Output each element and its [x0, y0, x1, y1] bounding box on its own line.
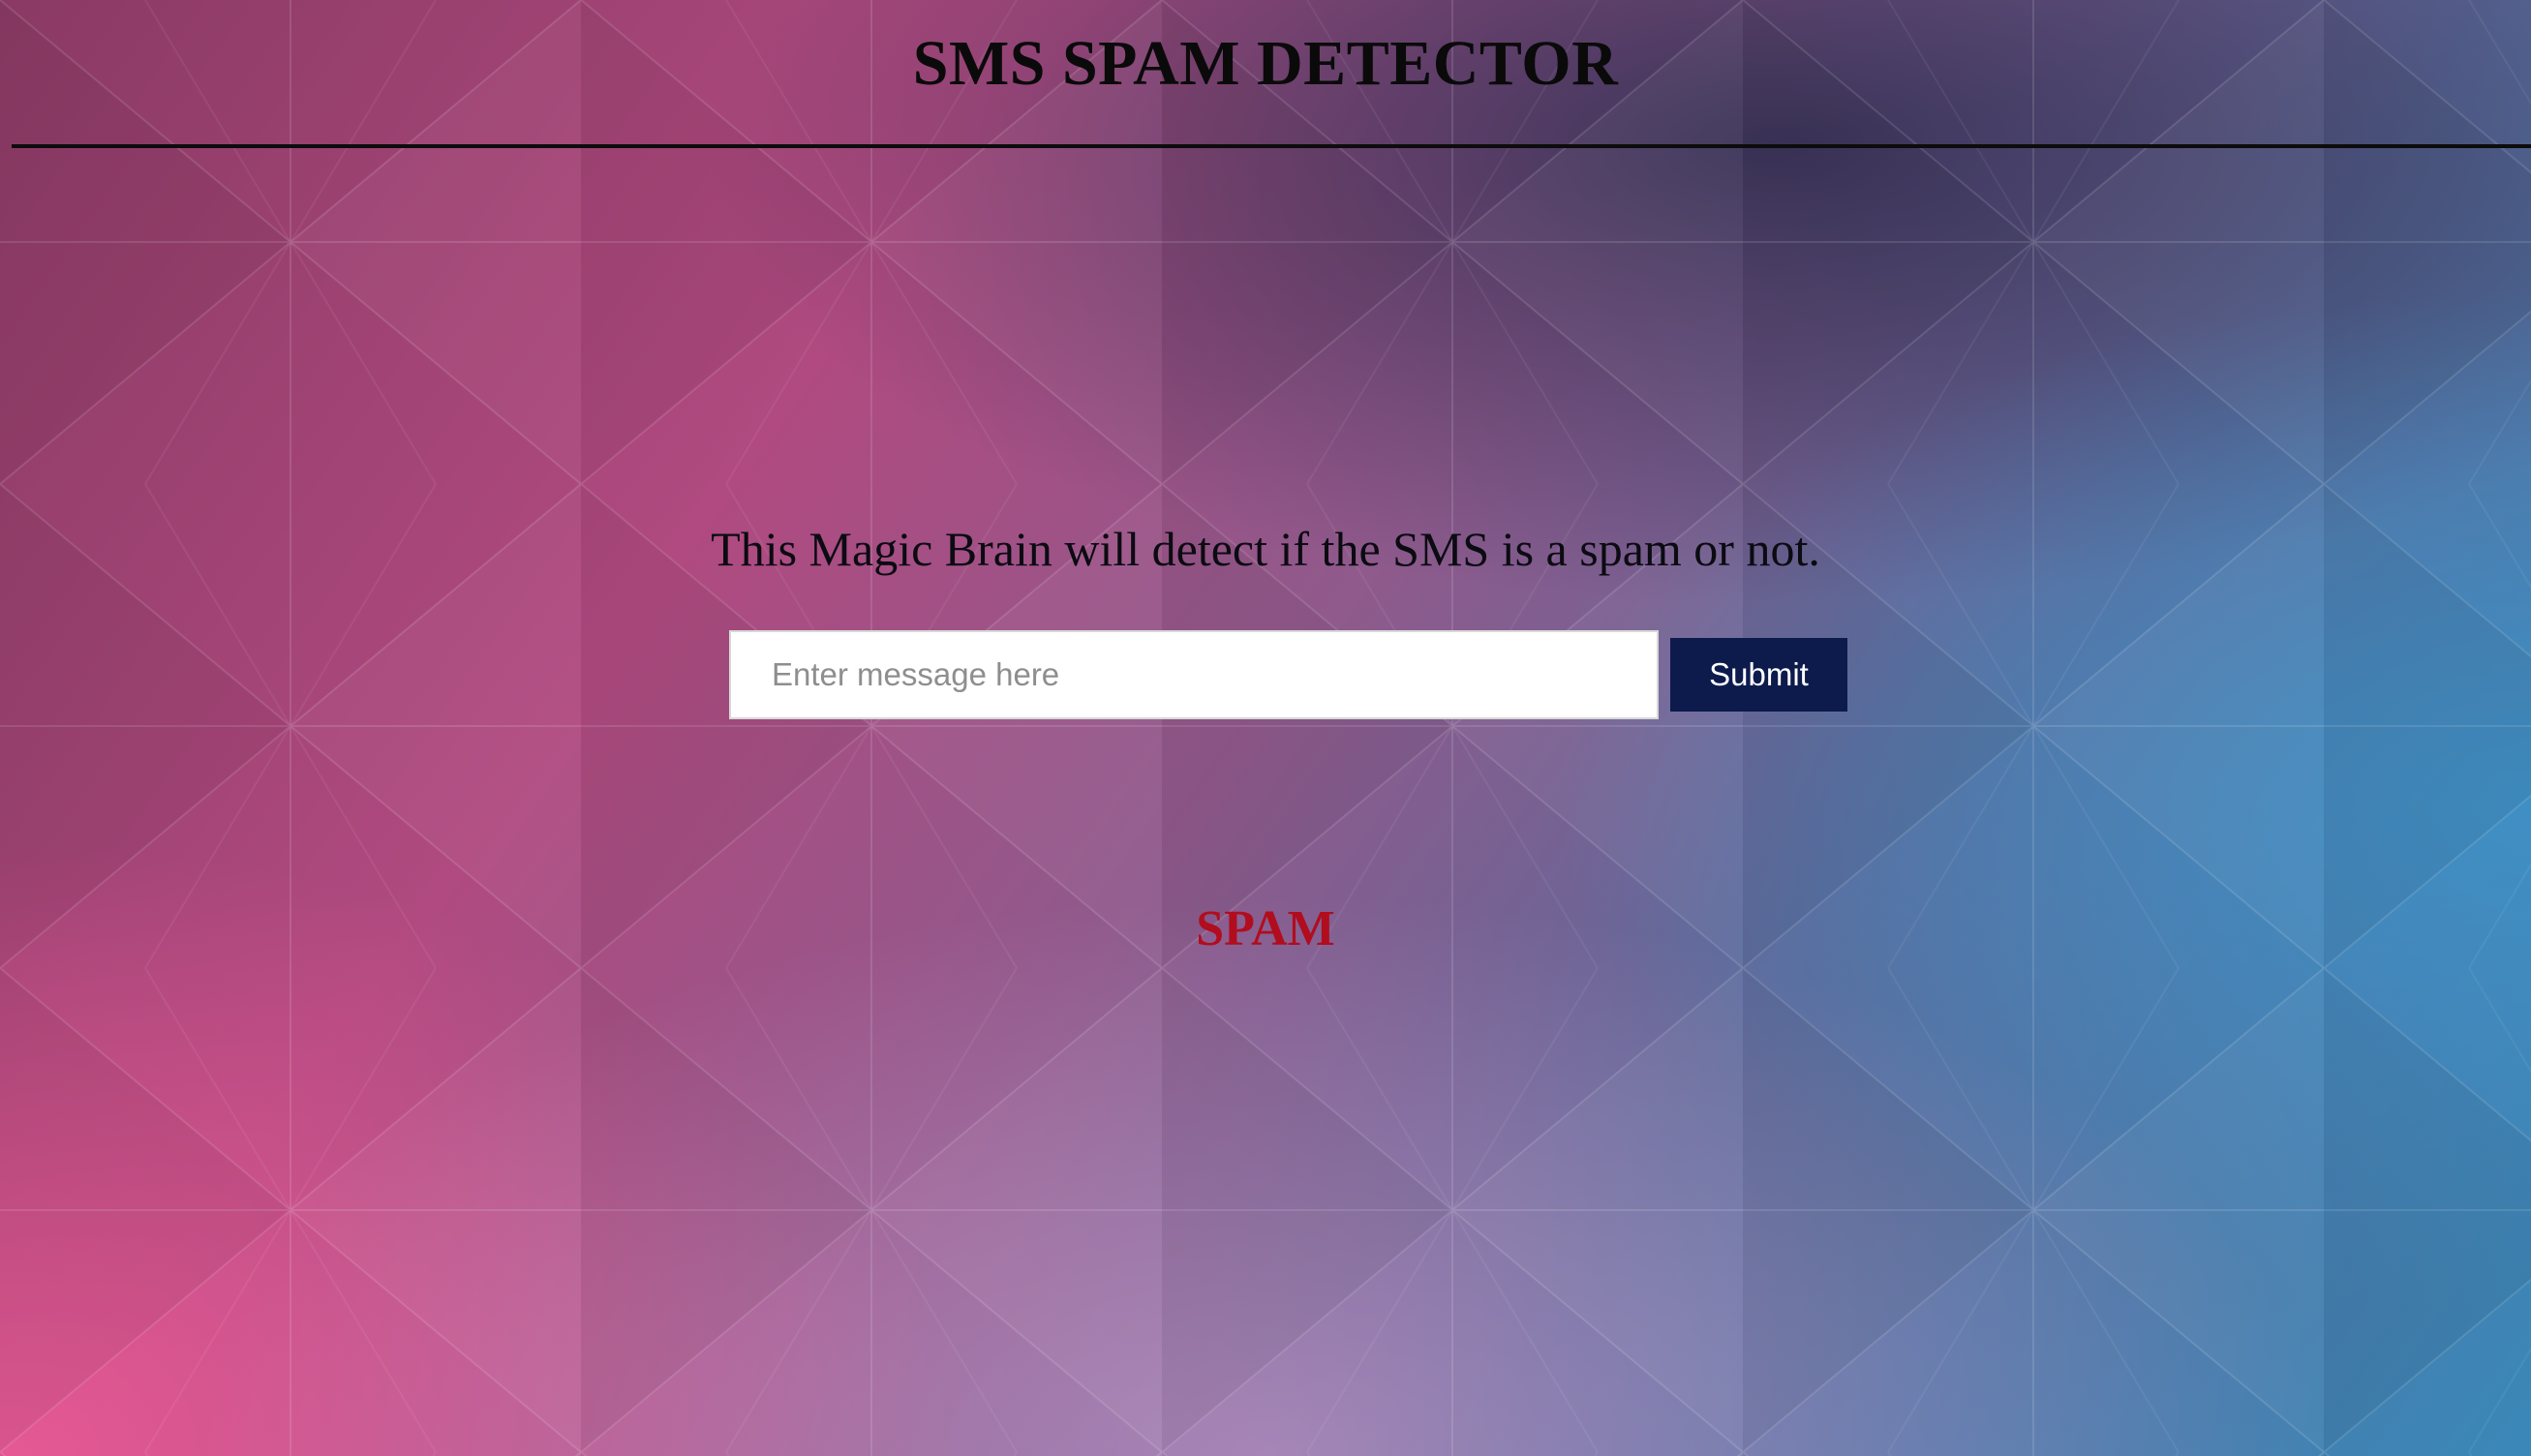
message-input[interactable]	[729, 630, 1659, 719]
header-divider	[12, 144, 2531, 148]
submit-button[interactable]: Submit	[1670, 638, 1847, 712]
message-form: Submit	[729, 630, 1847, 719]
prediction-result: SPAM	[1196, 901, 1335, 956]
site-header: SMS SPAM DETECTOR	[0, 0, 2531, 148]
page: SMS SPAM DETECTOR This Magic Brain will …	[0, 0, 2531, 1456]
page-title: SMS SPAM DETECTOR	[912, 28, 1619, 99]
tagline: This Magic Brain will detect if the SMS …	[711, 522, 1820, 576]
